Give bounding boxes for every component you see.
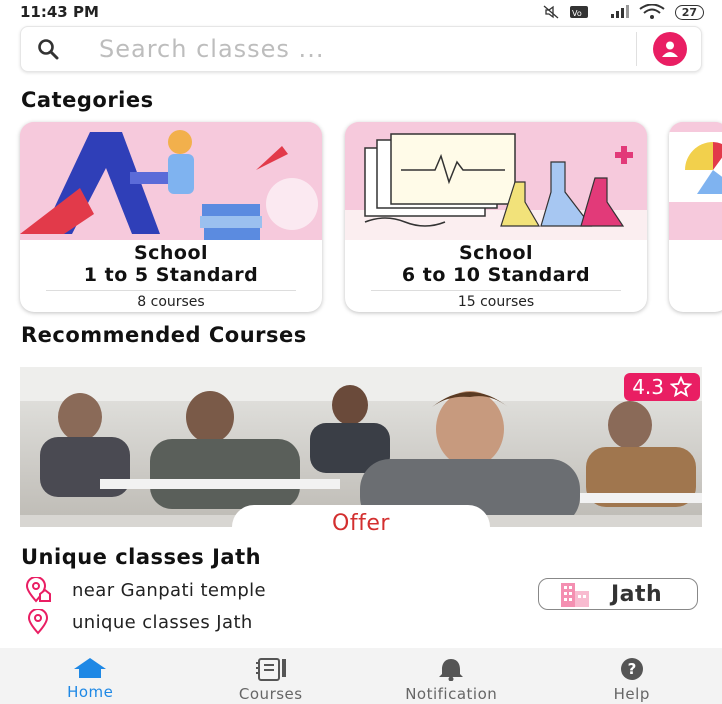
bottom-nav: Home Courses Notification ? Help xyxy=(0,648,722,704)
location-pin-icon xyxy=(27,609,49,635)
svg-text:?: ? xyxy=(627,660,636,678)
city-badge[interactable]: Jath xyxy=(538,578,698,610)
profile-avatar-icon[interactable] xyxy=(653,32,687,66)
nav-home[interactable]: Home xyxy=(0,648,181,704)
home-icon xyxy=(74,658,107,678)
location-home-icon xyxy=(25,577,51,603)
category-image-chart xyxy=(669,122,722,240)
nav-label: Notification xyxy=(405,685,498,703)
status-icons: Vo 27 xyxy=(543,4,704,20)
category-card-1-to-5[interactable]: School 1 to 5 Standard 8 courses xyxy=(20,122,322,312)
offer-label: Offer xyxy=(332,511,390,536)
status-bar: 11:43 PM Vo 27 xyxy=(0,0,722,24)
course-card[interactable]: 4.3 xyxy=(20,367,702,527)
category-course-count: 15 courses xyxy=(457,294,535,310)
nav-help[interactable]: ? Help xyxy=(542,648,722,704)
category-image-science xyxy=(345,122,647,240)
nav-courses[interactable]: Courses xyxy=(181,648,362,704)
offer-tab[interactable]: Offer xyxy=(232,505,490,545)
svg-text:Vo: Vo xyxy=(572,9,582,18)
rating-badge: 4.3 xyxy=(624,373,700,401)
categories-title: Categories xyxy=(21,88,154,112)
search-bar[interactable] xyxy=(20,26,702,72)
category-name: School 1 to 5 Standard xyxy=(83,242,259,286)
institute-text: unique classes Jath xyxy=(72,611,253,633)
nav-notification[interactable]: Notification xyxy=(361,648,542,704)
category-name: School 6 to 10 Standard xyxy=(401,242,591,286)
mute-icon xyxy=(543,5,559,19)
nav-label: Courses xyxy=(238,685,303,703)
notebook-icon xyxy=(255,658,286,681)
wifi-icon xyxy=(639,4,665,19)
building-icon xyxy=(561,583,589,607)
star-icon xyxy=(670,376,692,398)
category-divider xyxy=(46,290,296,291)
recommended-courses-title: Recommended Courses xyxy=(21,323,307,347)
status-time: 11:43 PM xyxy=(20,3,99,21)
category-course-count: 8 courses xyxy=(137,294,205,310)
category-image-reading xyxy=(20,122,322,240)
category-card-partial[interactable] xyxy=(669,122,722,312)
signal-icon xyxy=(610,5,629,18)
category-divider xyxy=(371,290,621,291)
course-image-classroom xyxy=(20,367,702,527)
nav-label: Home xyxy=(67,683,114,701)
help-icon: ? xyxy=(620,658,643,680)
address-row: near Ganpati temple xyxy=(24,577,266,603)
battery-icon: 27 xyxy=(674,4,704,20)
city-name: Jath xyxy=(611,581,663,607)
nav-label: Help xyxy=(613,685,650,703)
search-icon[interactable] xyxy=(35,36,61,62)
category-card-6-to-10[interactable]: School 6 to 10 Standard 15 courses xyxy=(345,122,647,312)
course-title[interactable]: Unique classes Jath xyxy=(21,545,261,569)
volte-icon: Vo xyxy=(569,6,588,18)
bell-icon xyxy=(439,659,464,681)
address-text: near Ganpati temple xyxy=(72,579,267,601)
rating-value: 4.3 xyxy=(632,375,664,399)
search-divider xyxy=(636,32,637,66)
search-input[interactable] xyxy=(99,35,636,63)
institute-row: unique classes Jath xyxy=(24,609,253,635)
